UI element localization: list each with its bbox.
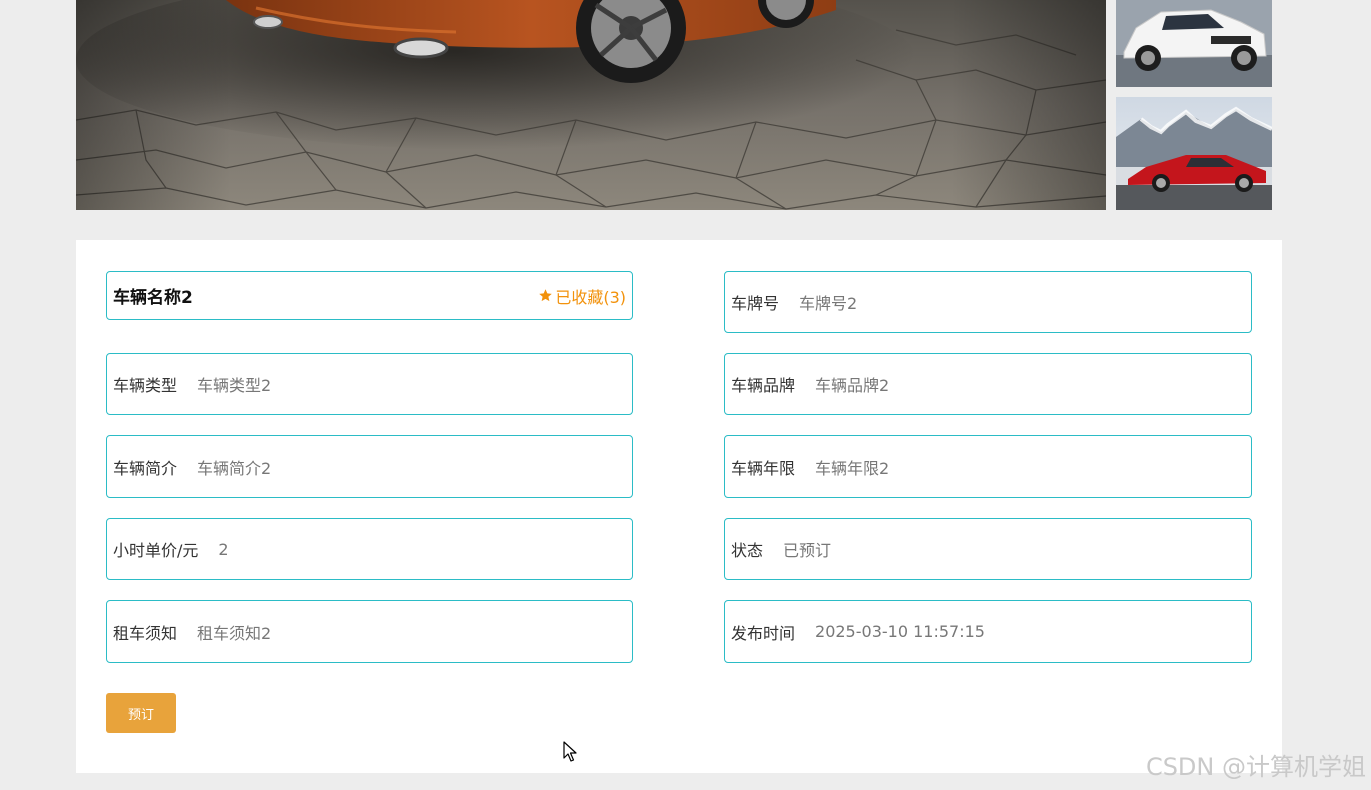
field-value: 租车须知2 [197, 623, 272, 643]
field-plate-number: 车牌号 车牌号2 [724, 271, 1252, 333]
field-label: 发布时间 [731, 623, 796, 643]
field-publish-time: 发布时间 2025-03-10 11:57:15 [724, 600, 1252, 663]
field-value: 车牌号2 [799, 294, 858, 313]
favorite-label: 已收藏(3) [555, 287, 626, 307]
star-icon [539, 289, 553, 302]
field-label: 车辆年限 [731, 458, 796, 478]
car-thumbnail-red-coupe[interactable] [1116, 97, 1272, 210]
field-label: 小时单价/元 [113, 541, 199, 560]
mouse-cursor-icon [563, 741, 577, 767]
field-label: 车辆简介 [113, 458, 178, 478]
field-value: 已预订 [783, 541, 832, 560]
field-label: 车辆品牌 [731, 376, 796, 395]
favorite-toggle[interactable]: 已收藏(3) [538, 284, 626, 308]
field-value: 车辆类型2 [197, 376, 272, 395]
field-car-type: 车辆类型 车辆类型2 [106, 353, 633, 415]
car-detail-panel: 车辆名称2 已收藏(3) 车辆类型 车辆类型2 车辆简介 车辆简介2 小时单价/… [76, 240, 1282, 773]
car-thumbnail-white-suv[interactable] [1116, 0, 1272, 87]
field-label: 车辆类型 [113, 376, 178, 395]
field-value: 2025-03-10 11:57:15 [815, 622, 985, 641]
watermark: CSDN @计算机学姐 [1145, 753, 1366, 781]
field-value: 2 [218, 539, 229, 559]
field-label: 车牌号 [731, 294, 780, 313]
field-rental-notice: 租车须知 租车须知2 [106, 600, 633, 663]
field-label: 状态 [731, 541, 764, 560]
field-hourly-price: 小时单价/元 2 [106, 518, 633, 580]
field-value: 车辆年限2 [815, 458, 890, 478]
field-car-brand: 车辆品牌 车辆品牌2 [724, 353, 1252, 415]
field-car-age: 车辆年限 车辆年限2 [724, 435, 1252, 498]
main-car-image [76, 0, 1106, 210]
field-value: 车辆品牌2 [815, 376, 890, 395]
field-status: 状态 已预订 [724, 518, 1252, 580]
field-value: 车辆简介2 [197, 458, 272, 478]
field-label: 租车须知 [113, 623, 178, 643]
book-button[interactable]: 预订 [106, 693, 176, 733]
car-name-field: 车辆名称2 已收藏(3) [106, 271, 633, 320]
car-name: 车辆名称2 [113, 288, 193, 308]
field-car-intro: 车辆简介 车辆简介2 [106, 435, 633, 498]
